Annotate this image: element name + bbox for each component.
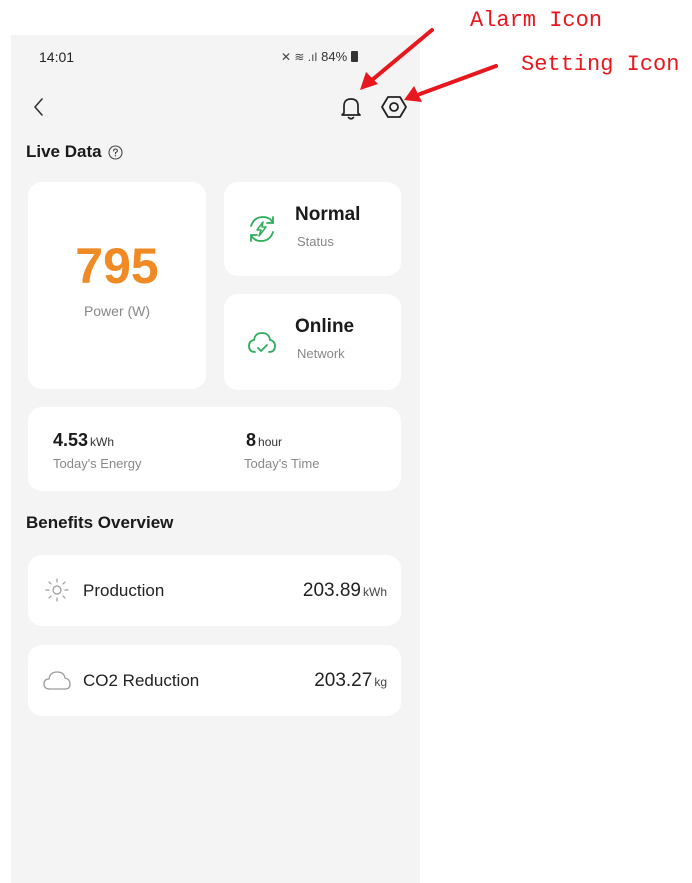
battery-icon [351,51,359,62]
today-energy-label: Today's Energy [53,456,142,471]
status-value: Normal [295,204,361,225]
production-row[interactable]: Production 203.89 kWh [28,555,401,626]
power-label: Power (W) [83,303,151,319]
production-unit: kWh [363,585,387,599]
co2-reduction-unit: kg [374,675,387,689]
benefits-overview-title: Benefits Overview [26,513,174,532]
chevron-left-icon [34,98,43,116]
status-sync-icon [250,216,274,242]
status-time: 14:01 [39,49,75,65]
production-value: 203.89 kWh [302,580,387,601]
production-label: Production [83,581,165,600]
today-energy-value: 4.53 kWh [53,430,115,450]
network-card: Online Network [224,294,401,390]
status-card: Normal Status [224,182,401,276]
today-energy-unit: kWh [90,435,115,449]
today-stats-card: 4.53 kWh Today's Energy 8 hour Today's Tim… [28,407,401,491]
co2-reduction-row[interactable]: CO2 Reduction 203.27 kg [28,645,401,716]
sun-icon [45,578,69,602]
cloud-icon [43,671,71,690]
gear-icon [381,96,407,118]
app-screen: 14:01 ✕ ≋ .ıl 84% Live Data 795 Power (W… [11,35,420,883]
alarm-icon-annotation: Alarm Icon [470,8,603,33]
network-label: Network [297,346,345,361]
battery-percent: 84% [321,49,348,64]
network-value: Online [295,316,355,337]
bell-icon [341,98,361,120]
power-card: 795 Power (W) [28,182,206,389]
settings-button[interactable] [380,93,408,121]
power-value: 795 [75,238,159,294]
status-bar: 14:01 ✕ ≋ .ıl 84% [11,35,420,85]
question-circle-icon[interactable] [108,144,123,160]
today-time-unit: hour [258,435,283,449]
status-icons: ✕ ≋ .ıl 84% [281,49,359,64]
back-button[interactable] [27,93,51,121]
alarm-button[interactable] [338,94,364,122]
signal-icons: ✕ ≋ .ıl [281,49,318,64]
setting-icon-annotation: Setting Icon [521,52,680,77]
cloud-check-icon [248,332,276,353]
status-label: Status [297,234,334,249]
co2-reduction-label: CO2 Reduction [83,671,200,690]
today-time-label: Today's Time [244,456,320,471]
live-data-heading: Live Data [26,142,123,162]
live-data-title: Live Data [26,142,102,161]
today-time-value: 8 hour [246,430,283,450]
co2-reduction-value: 203.27 kg [314,670,387,691]
